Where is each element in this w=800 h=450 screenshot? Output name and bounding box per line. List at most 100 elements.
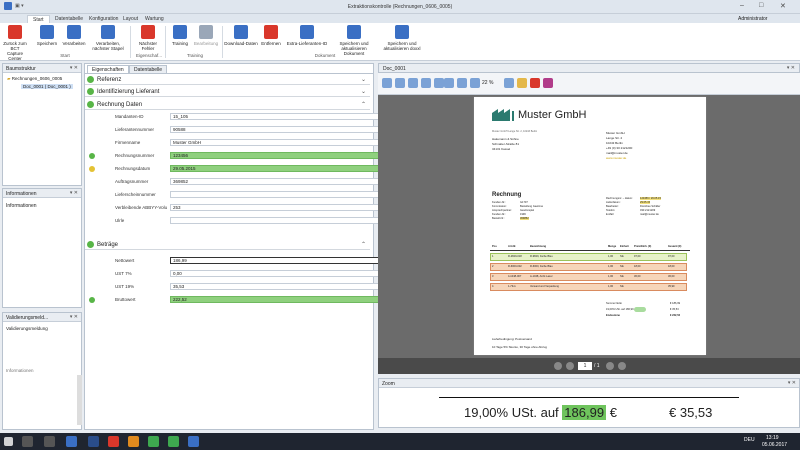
table-cell: R-9829, Farbe Bleu [530,255,553,258]
panel-controls-icon[interactable]: ▾ ✕ [787,65,795,71]
remove-button[interactable]: Entfernen [258,25,284,46]
next-page-icon[interactable] [606,362,614,370]
validation-label: Validierungsmeldung [6,326,48,331]
table-cell: 1,00 [608,255,614,258]
process-button[interactable]: Verarbeiten [62,25,86,46]
extra-supplier-id-button[interactable]: Extra-Lieferanten-ID [285,25,329,46]
table-header: Art-Nr. [508,245,517,248]
process-next-icon [101,25,115,39]
meta-label: Kommission: [492,205,507,208]
windows-start-icon[interactable] [4,437,13,446]
total-label: Summe Netto [606,302,622,305]
section-referenz[interactable]: Referenz ⌄ [85,75,370,85]
invoice-footer-1: Lieferbedingung: Postversand [492,337,532,341]
meta-label: Ansprechpartner: [492,209,512,212]
prev-page-icon[interactable] [566,362,574,370]
zoom-in-icon[interactable] [457,78,467,88]
process-next-batch-button[interactable]: Verarbeiten, nächster Stapel [90,25,126,51]
meta-value: G1707 [520,201,528,204]
ribbon-separator [222,26,223,58]
panel-controls-icon[interactable]: ▾ ✕ [70,65,78,71]
table-row [490,283,687,291]
document-tab[interactable]: Doc_0001 [383,66,406,72]
fit-page-icon[interactable] [408,78,418,88]
settings-icon[interactable] [543,78,553,88]
app-icon[interactable] [188,436,199,447]
next-error-button[interactable]: Nächster Fehler [134,25,162,51]
field-label: Firmenname [115,140,141,145]
zoom-panel-header: Zoom ▾ ✕ [379,379,799,388]
section-identification[interactable]: Identifizierung Lieferant ⌄ [85,87,370,97]
select-icon[interactable] [434,78,444,88]
search-icon[interactable] [504,78,514,88]
save-refresh-document-button[interactable]: Speichern und aktualisieren Dokument [332,25,376,56]
app-icon[interactable] [148,436,159,447]
close-icon[interactable]: ✕ [780,2,786,10]
maximize-icon[interactable]: □ [759,2,763,9]
scrollbar[interactable] [77,375,82,425]
tree-node-document[interactable]: Doc_0001 ( Doc_0001 ) [21,84,73,89]
check-icon [87,76,94,83]
fit-width-icon[interactable] [421,78,431,88]
minimize-icon[interactable]: – [740,2,744,9]
last-page-icon[interactable] [618,362,626,370]
first-page-icon[interactable] [554,362,562,370]
chevron-down-icon: ⌄ [360,89,366,95]
amount-label: UST 7% [115,271,132,276]
ribbon: Zurück zum BCT Capture Center Speichern … [0,23,800,61]
field-label: Ulrle [115,218,125,223]
download-data-button[interactable]: Download-Daten [224,25,258,46]
section-invoice-data[interactable]: Rechnung Daten ⌃ [85,100,370,110]
rotate-right-icon[interactable] [395,78,405,88]
task-view-icon[interactable] [44,436,55,447]
table-cell: 1 [492,255,494,258]
check-icon [87,88,94,95]
firefox-icon[interactable] [128,436,139,447]
zoom-level[interactable]: 22 % [482,80,493,86]
table-cell: 36,00 [668,275,675,278]
app-icon[interactable] [108,436,119,447]
section-amounts[interactable]: Beträge ⌃ [85,240,370,250]
meta-label: Kunden-Nr.: [492,201,506,204]
meta-value: Bestellung Gewinne [520,205,544,208]
table-cell: 36,00 [634,275,641,278]
table-cell: 4-1048-007 [508,275,522,278]
table-cell: Versand und Verpackung [530,285,559,288]
tree-node-batch[interactable]: ▰ Rechnungen_0606_0005 [7,76,62,82]
table-cell: 1,00 [608,265,614,268]
table-cell: Stk [620,255,624,258]
hand-icon[interactable] [517,78,527,88]
save-button[interactable]: Speichern [36,25,58,46]
panel-controls-icon[interactable]: ▾ ✕ [70,314,78,320]
table-cell: 97,00 [668,255,675,258]
zoom-out-icon[interactable] [470,78,480,88]
excel-icon[interactable] [168,436,179,447]
clock-time[interactable]: 13:19 [766,435,779,441]
table-cell: Stk [620,265,624,268]
search-icon[interactable] [22,436,33,447]
zoom-area-icon[interactable] [444,78,454,88]
rotate-left-icon[interactable] [382,78,392,88]
document-toolbar: 22 % [378,73,800,95]
page-number-input[interactable]: 1 [578,362,592,370]
highlight-marker [634,307,646,312]
table-cell: Stk [620,285,624,288]
user-name[interactable]: Administrator [738,16,767,22]
save-refresh-doxxl-button[interactable]: Speichern und aktualisieren doxxl [380,25,424,51]
table-cell: 97,00 [634,255,641,258]
table-header: Menge [608,245,617,248]
delete-icon[interactable] [530,78,540,88]
panel-controls-icon[interactable]: ▾ ✕ [70,190,78,196]
language-indicator[interactable]: DEU [744,437,755,443]
meta-label: Bestell-Nr.: [492,217,505,220]
clock-date[interactable]: 05.06.2017 [762,442,787,448]
back-to-capture-center-button[interactable]: Zurück zum BCT Capture Center [2,25,28,61]
meta-value: 29.05.15 [640,201,651,204]
app-icon[interactable] [66,436,77,447]
panel-controls-icon[interactable]: ▾ ✕ [788,380,796,386]
invoice-page: Muster GmbH Muster GmbH Lange Str. 2, 10… [474,97,706,355]
table-header: Pos [492,245,497,248]
app-icon[interactable] [88,436,99,447]
edit-button[interactable]: Bearbeitung [192,25,220,46]
training-button[interactable]: Training [168,25,192,46]
